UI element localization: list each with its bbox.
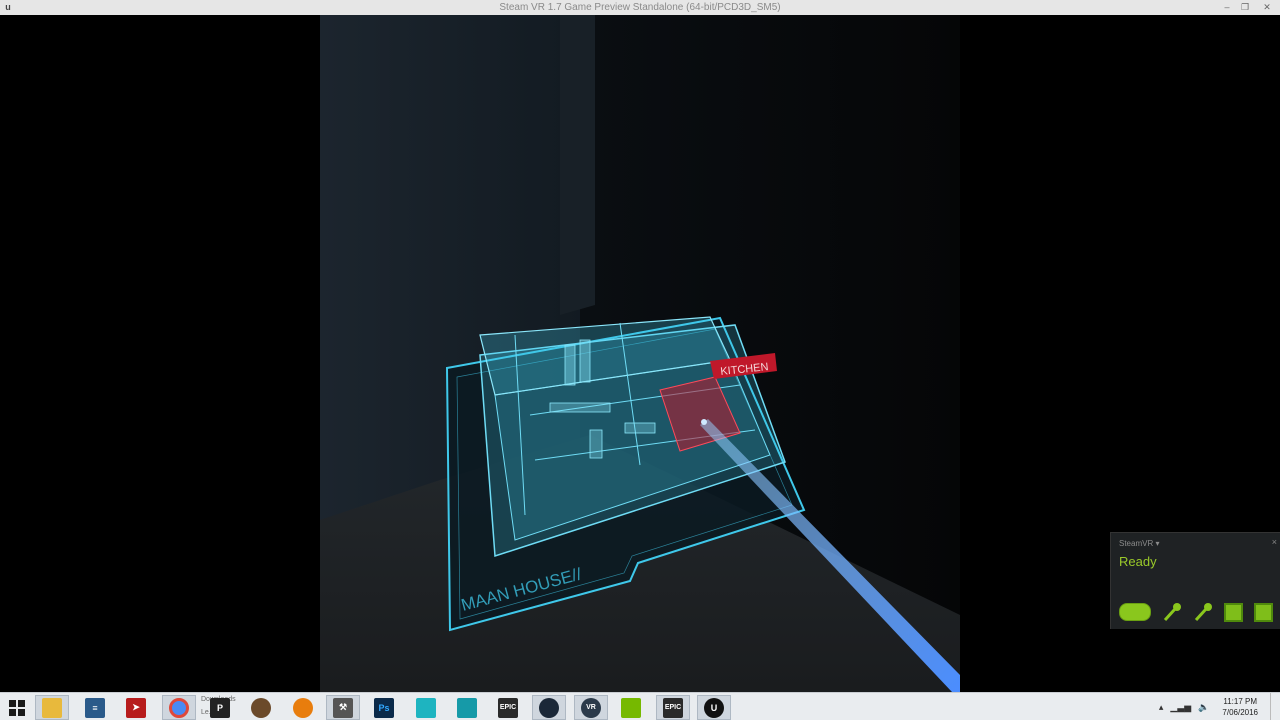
steamvr-status-window[interactable]: SteamVR ▾ × Ready	[1110, 532, 1280, 629]
taskbar: ≡ ➤ Downloads Le...ve P ⚒ Ps	[0, 692, 1280, 720]
taskbar-chrome[interactable]	[162, 695, 196, 720]
taskbar-maya-1[interactable]	[409, 695, 443, 720]
start-button[interactable]	[0, 695, 34, 720]
base-station-icon[interactable]	[1254, 602, 1273, 622]
epic-icon: EPIC	[498, 697, 518, 718]
blender-icon	[293, 697, 313, 718]
laser-hit-point	[701, 419, 707, 425]
windows-logo-icon	[9, 699, 25, 716]
taskbar-app-bird[interactable]: ➤	[119, 695, 153, 720]
notepad-icon: ≡	[85, 697, 105, 718]
nvidia-icon	[621, 697, 641, 718]
shield-icon	[251, 697, 271, 718]
furniture	[549, 402, 611, 413]
taskbar-epic-launcher-1[interactable]: EPIC	[491, 695, 525, 720]
minimize-icon[interactable]: –	[1218, 0, 1236, 15]
restore-icon[interactable]: ❐	[1236, 0, 1254, 15]
taskbar-notepad[interactable]: ≡	[78, 695, 112, 720]
unreal-icon: U	[704, 697, 724, 718]
volume-icon[interactable]: 🔈	[1198, 702, 1209, 713]
taskbar-unreal-editor[interactable]: U	[697, 695, 731, 720]
show-desktop-button[interactable]	[1270, 693, 1274, 720]
furniture	[624, 422, 656, 434]
steamvr-status: Ready	[1119, 554, 1157, 569]
taskbar-photoshop[interactable]: Ps	[367, 695, 401, 720]
window-title: Steam VR 1.7 Game Preview Standalone (64…	[499, 2, 781, 13]
maya-icon	[416, 697, 436, 718]
tool-icon: ⚒	[333, 697, 353, 718]
photoshop-icon: Ps	[374, 697, 394, 718]
epic-icon: EPIC	[663, 697, 683, 718]
clock-date: 7/06/2016	[1222, 708, 1258, 717]
taskbar-app-p[interactable]: P	[203, 695, 237, 720]
folder-icon	[42, 697, 62, 718]
taskbar-app-shield[interactable]	[244, 695, 278, 720]
furniture	[579, 339, 591, 383]
controller-icon[interactable]	[1162, 602, 1182, 622]
steamvr-menu[interactable]: SteamVR ▾	[1119, 539, 1159, 548]
vr-scene: KITCHEN MAAN HOUSE//	[320, 15, 960, 692]
wall-edge	[560, 15, 595, 315]
taskbar-epic-launcher-2[interactable]: EPIC	[656, 695, 690, 720]
taskbar-blender[interactable]	[286, 695, 320, 720]
chrome-icon	[169, 697, 189, 718]
bird-icon: ➤	[126, 697, 146, 718]
furniture	[564, 344, 576, 386]
taskbar-maya-2[interactable]	[450, 695, 484, 720]
p-icon: P	[210, 697, 230, 718]
clock[interactable]: 11:17 PM 7/06/2016	[1222, 696, 1258, 718]
maya-icon	[457, 697, 477, 718]
vr-viewport[interactable]: KITCHEN MAAN HOUSE//	[320, 15, 960, 692]
base-station-icon[interactable]	[1224, 602, 1243, 622]
taskbar-file-explorer[interactable]	[35, 695, 69, 720]
taskbar-nvidia[interactable]	[614, 695, 648, 720]
unreal-u-icon[interactable]: u	[3, 2, 13, 12]
taskbar-app-tool[interactable]: ⚒	[326, 695, 360, 720]
close-icon[interactable]: ✕	[1254, 0, 1280, 15]
furniture	[589, 429, 603, 459]
window-controls: – ❐ ✕	[1218, 0, 1280, 15]
taskbar-steam[interactable]	[532, 695, 566, 720]
vr-icon: VR	[581, 697, 601, 718]
clock-time: 11:17 PM	[1223, 697, 1258, 706]
taskbar-steamvr[interactable]: VR	[574, 695, 608, 720]
headset-icon[interactable]	[1119, 603, 1151, 621]
system-tray: ▴ ▁▃▅ 🔈 11:17 PM 7/06/2016	[1159, 693, 1274, 720]
close-icon[interactable]: ×	[1272, 537, 1277, 547]
steam-icon	[539, 697, 559, 718]
window-titlebar[interactable]: u Steam VR 1.7 Game Preview Standalone (…	[0, 0, 1280, 15]
network-icon[interactable]: ▁▃▅	[1170, 702, 1191, 713]
controller-icon[interactable]	[1193, 602, 1213, 622]
device-list	[1119, 601, 1280, 623]
screen: u Steam VR 1.7 Game Preview Standalone (…	[0, 0, 1280, 720]
tray-expand-icon[interactable]: ▴	[1159, 702, 1164, 713]
